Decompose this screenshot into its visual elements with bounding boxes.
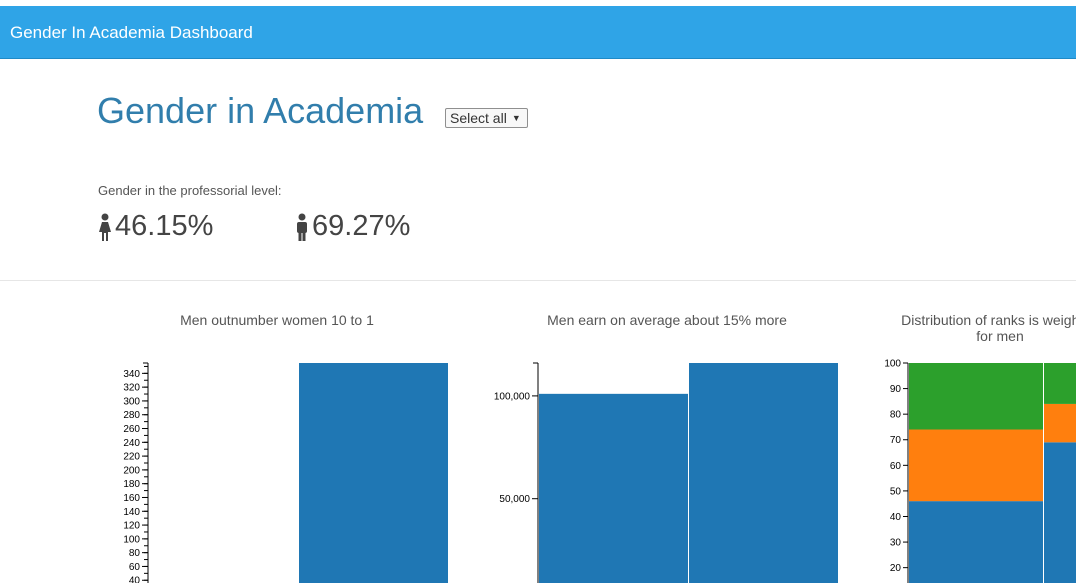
- chart1-y-tick-label: 260: [123, 424, 140, 435]
- chart1-y-tick-label: 160: [123, 493, 140, 504]
- chart1-bar-1: [299, 363, 448, 583]
- chart1-y-tick-label: 180: [123, 479, 140, 490]
- chart1-y-tick-label: 220: [123, 452, 140, 463]
- chart3-y-tick-label: 40: [890, 512, 902, 523]
- chart1-y-tick-label: 340: [123, 369, 140, 380]
- chart3-y-tick-label: 30: [890, 538, 902, 549]
- chart2-bar-1: [689, 363, 838, 583]
- chart1-y-tick-label: 60: [129, 562, 141, 573]
- chart1-y-tick-label: 280: [123, 410, 140, 421]
- chart3-bar-0-seg-1: [909, 429, 1043, 502]
- chart1-y-tick-label: 320: [123, 383, 140, 394]
- chart3-bar-1-seg-1: [1044, 403, 1076, 443]
- chart3-y-tick-label: 80: [890, 410, 902, 421]
- chart1-y-tick-label: 300: [123, 396, 140, 407]
- chart2-y-tick-label: 50,000: [499, 494, 530, 505]
- chart1-y-tick-label: 140: [123, 507, 140, 518]
- chart3-bar-0-seg-2: [909, 363, 1043, 430]
- chart-professor-count: 340 320 300 280 260 240 220 200 180 160 140 120 100 8…: [123, 359, 1076, 583]
- chart3-y-tick-label: 60: [890, 461, 902, 472]
- chart3-bar-1-seg-0: [1044, 442, 1076, 583]
- chart1-y-tick-label: 120: [123, 521, 140, 532]
- chart2-bar-0: [539, 393, 688, 583]
- chart1-y-tick-label: 200: [123, 465, 140, 476]
- chart1-y-tick-label: 80: [129, 548, 141, 559]
- chart1-y-tick-label: 240: [123, 438, 140, 449]
- chart1-y-tick-label: 100: [123, 534, 140, 545]
- chart3-y-tick-label: 100: [884, 359, 901, 370]
- chart3-bar-1-seg-2: [1044, 363, 1076, 404]
- chart3-y-tick-label: 20: [890, 563, 902, 574]
- chart3-y-tick-label: 90: [890, 384, 902, 395]
- chart3-bar-0-seg-0: [909, 501, 1043, 583]
- chart1-y-tick-label: 40: [129, 576, 141, 583]
- chart3-y-tick-label: 70: [890, 435, 902, 446]
- chart2-y-tick-label: 100,000: [494, 391, 531, 402]
- chart3-y-tick-label: 50: [890, 486, 902, 497]
